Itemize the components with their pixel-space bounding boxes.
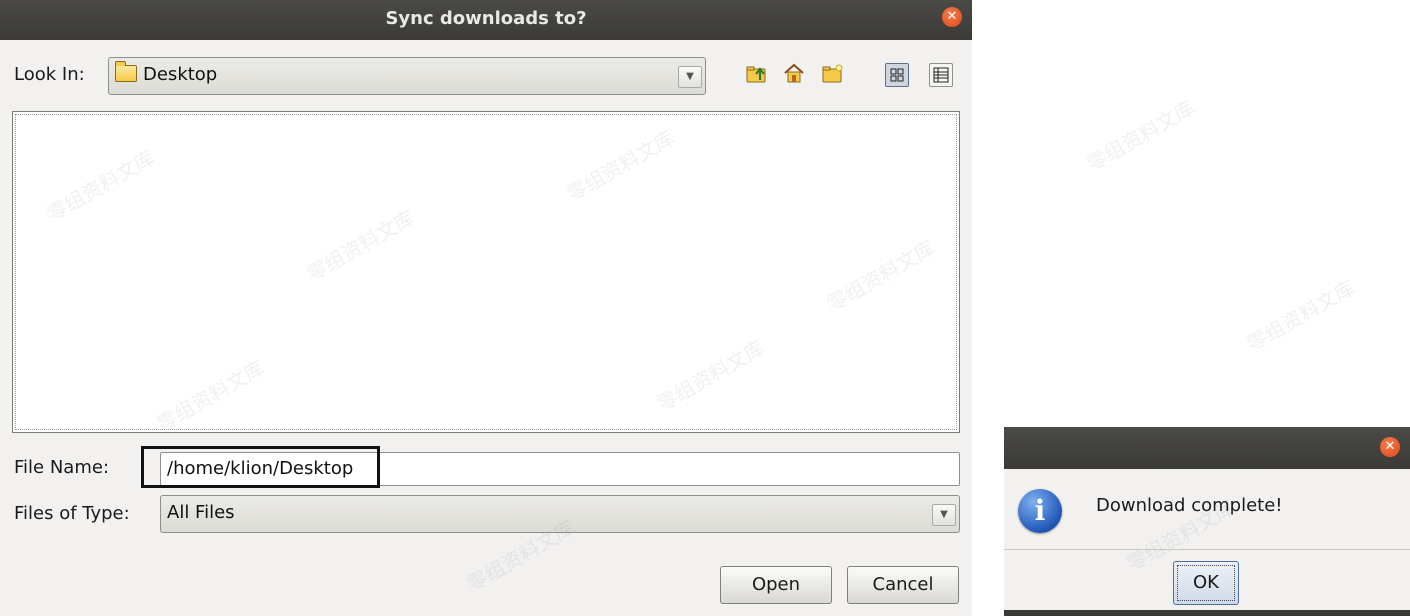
info-icon: i xyxy=(1018,489,1062,533)
look-in-combo[interactable]: Desktop ▼ xyxy=(108,57,706,95)
file-list-pane[interactable] xyxy=(12,111,960,433)
list-view-icon[interactable] xyxy=(885,63,909,87)
look-in-value-wrap: Desktop xyxy=(115,58,217,92)
home-icon[interactable] xyxy=(783,63,805,83)
open-button[interactable]: Open xyxy=(720,566,832,604)
annotation-highlight-box xyxy=(141,446,380,488)
close-icon[interactable]: ✕ xyxy=(1380,437,1400,457)
watermark: 零组资料文库 xyxy=(1242,275,1359,357)
details-view-icon[interactable] xyxy=(929,63,953,87)
look-in-value: Desktop xyxy=(143,64,218,85)
files-of-type-label: Files of Type: xyxy=(14,503,130,524)
chooser-title: Sync downloads to? xyxy=(385,8,587,29)
message-separator xyxy=(1004,549,1410,550)
message-dialog: ✕ i Download complete! OK xyxy=(1004,427,1410,616)
up-folder-icon[interactable] xyxy=(746,64,768,84)
message-text: Download complete! xyxy=(1096,495,1283,516)
close-icon[interactable]: ✕ xyxy=(942,7,962,27)
new-folder-icon[interactable] xyxy=(822,64,844,84)
files-of-type-combo[interactable]: All Files ▼ xyxy=(160,495,960,533)
window-edge xyxy=(1004,610,1410,616)
ok-button[interactable]: OK xyxy=(1173,561,1239,605)
folder-icon xyxy=(115,61,137,82)
cancel-button[interactable]: Cancel xyxy=(847,566,959,604)
files-of-type-value: All Files xyxy=(167,502,235,523)
file-chooser-dialog: Sync downloads to? ✕ Look In: Desktop ▼ … xyxy=(0,0,972,616)
chevron-down-icon[interactable]: ▼ xyxy=(678,66,702,88)
watermark: 零组资料文库 xyxy=(1082,95,1199,177)
chooser-titlebar[interactable]: Sync downloads to? ✕ xyxy=(0,0,972,40)
look-in-label: Look In: xyxy=(14,64,85,85)
file-name-label: File Name: xyxy=(14,457,110,478)
message-titlebar[interactable]: ✕ xyxy=(1004,427,1410,469)
chevron-down-icon[interactable]: ▼ xyxy=(932,504,956,526)
